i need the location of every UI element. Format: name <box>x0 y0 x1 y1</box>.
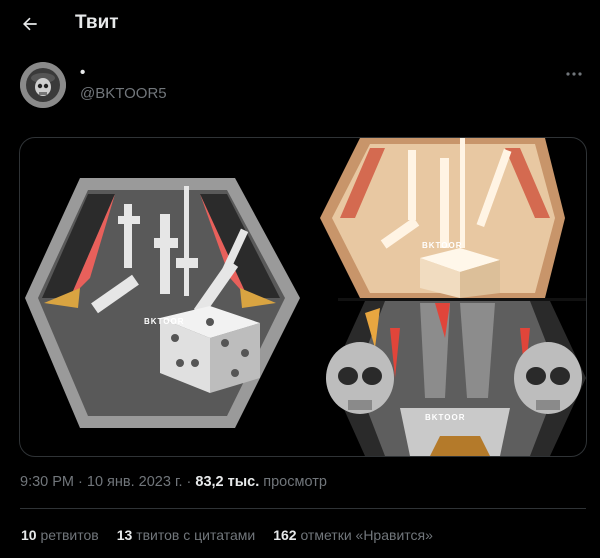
emblem-skulls: BKTOOR <box>326 301 586 456</box>
emblem-dice-guns-gold: BKTOOR <box>320 138 565 298</box>
tweet-meta: 9:30 PM · 10 янв. 2023 г. · 83,2 тыс. пр… <box>20 474 327 490</box>
back-button[interactable] <box>16 10 44 38</box>
header: Твит <box>0 0 600 48</box>
retweets-count: 10 <box>21 527 37 543</box>
retweets-stat[interactable]: 10 ретвитов <box>21 527 99 543</box>
views-count[interactable]: 83,2 тыс. <box>195 474 259 490</box>
display-name[interactable]: • <box>80 64 85 81</box>
separator: · <box>74 474 87 490</box>
divider <box>20 508 586 509</box>
views-label: просмотр <box>259 474 327 490</box>
quotes-stat[interactable]: 13 твитов с цитатами <box>117 527 255 543</box>
media-image: BKTOOR BKTOOR BKTOOR <box>25 138 586 456</box>
likes-label: отметки «Нравится» <box>300 527 433 543</box>
skull-avatar-image <box>20 62 66 108</box>
more-horizontal-icon <box>566 72 582 76</box>
tweet-date[interactable]: 10 янв. 2023 г. <box>87 474 183 490</box>
quotes-label: твитов с цитатами <box>136 527 256 543</box>
tweet-stats: 10 ретвитов 13 твитов с цитатами 162 отм… <box>21 527 433 543</box>
watermark-right-bottom: BKTOOR <box>425 413 466 422</box>
tweet-time[interactable]: 9:30 PM <box>20 474 74 490</box>
arrow-left-icon <box>23 17 37 31</box>
likes-count: 162 <box>273 527 297 543</box>
emblem-dice-guns-gray: BKTOOR <box>25 178 300 428</box>
quotes-count: 13 <box>116 527 133 543</box>
watermark-right-top: BKTOOR <box>422 241 463 250</box>
page-title: Твит <box>75 12 119 33</box>
retweets-label: ретвитов <box>40 527 99 543</box>
username-handle[interactable]: @BKTOOR5 <box>80 85 167 102</box>
separator: · <box>182 474 196 490</box>
more-button[interactable] <box>562 64 586 84</box>
watermark-left: BKTOOR <box>144 317 185 326</box>
tweet-media[interactable]: BKTOOR BKTOOR BKTOOR <box>19 137 587 457</box>
avatar[interactable] <box>20 62 66 108</box>
likes-stat[interactable]: 162 отметки «Нравится» <box>273 527 433 543</box>
